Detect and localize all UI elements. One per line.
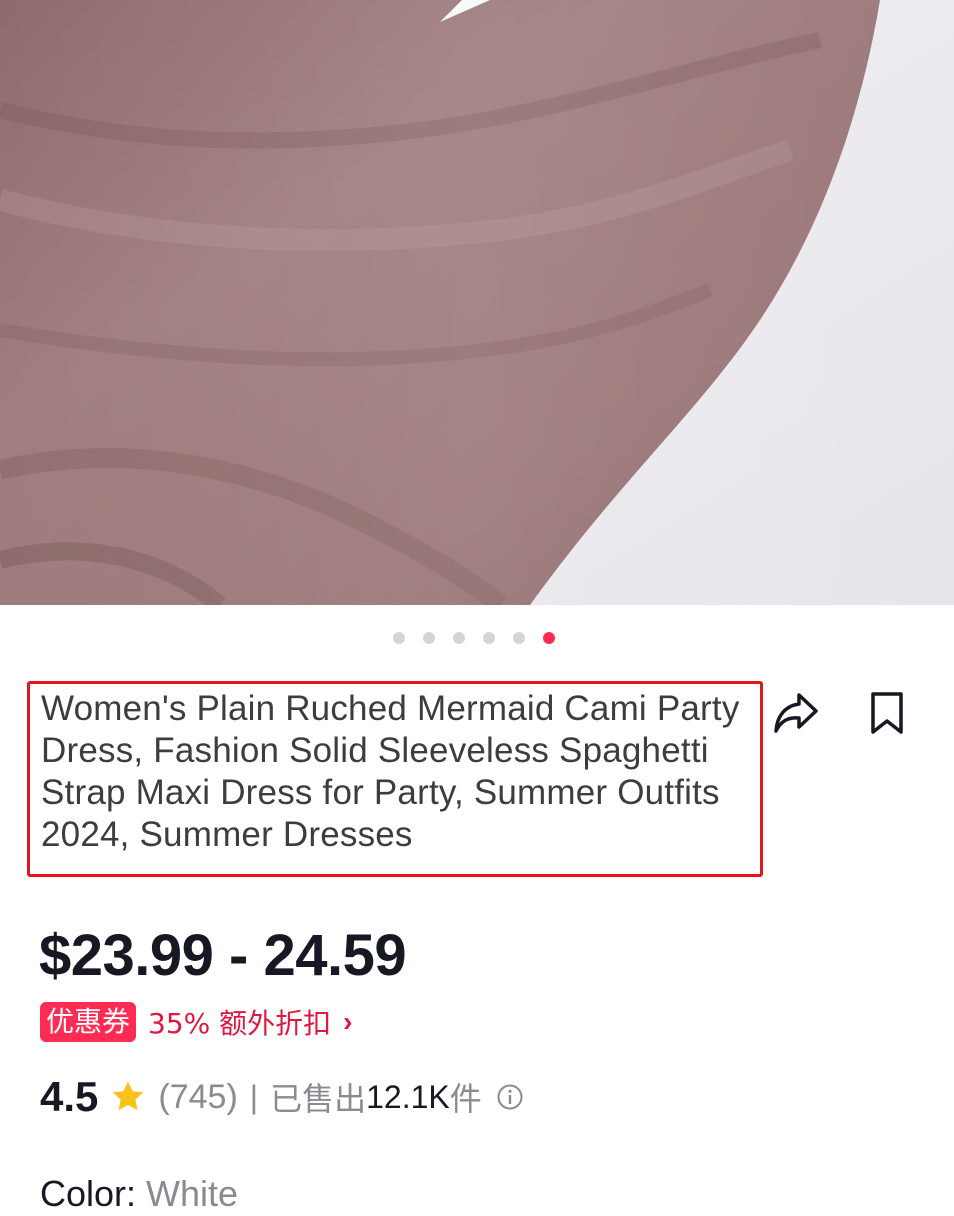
sold-unit: 件 (449, 1080, 482, 1118)
sold-label: 已售出 (270, 1080, 367, 1118)
price: $23.99 - 24.59 (39, 923, 407, 988)
coupon-badge: 优惠券 (40, 1002, 137, 1042)
pagination-dot[interactable] (423, 632, 435, 644)
color-selector[interactable]: Color: White (40, 1172, 238, 1216)
pagination-dot[interactable] (483, 632, 495, 644)
coupon-promo[interactable]: 优惠券 35% 额外折扣 › (40, 1001, 352, 1043)
pagination-dot-active[interactable] (543, 632, 555, 644)
divider: | (249, 1078, 259, 1115)
share-icon (774, 693, 818, 733)
share-button[interactable] (769, 686, 823, 740)
bookmark-icon (871, 692, 903, 734)
product-title: Women's Plain Ruched Mermaid Cami Party … (41, 689, 740, 854)
color-label: Color: (40, 1173, 137, 1214)
product-image[interactable] (0, 0, 954, 605)
info-icon[interactable] (496, 1083, 524, 1111)
pagination-dot[interactable] (513, 632, 525, 644)
rating-row[interactable]: 4.5 (745) | 已售出 12.1K 件 (40, 1070, 524, 1124)
star-icon (110, 1080, 146, 1114)
discount-text: 35% 额外折扣 (148, 1007, 332, 1040)
review-count: (745) (158, 1077, 238, 1116)
save-button[interactable] (860, 686, 914, 740)
pagination-dot[interactable] (453, 632, 465, 644)
fabric-photo (0, 0, 954, 605)
sold-count: 12.1K (366, 1078, 450, 1115)
pagination-dot[interactable] (393, 632, 405, 644)
image-pagination-dots (393, 632, 555, 644)
color-value: White (146, 1173, 239, 1214)
chevron-right-icon: › (343, 1006, 353, 1037)
rating-value: 4.5 (40, 1073, 99, 1120)
